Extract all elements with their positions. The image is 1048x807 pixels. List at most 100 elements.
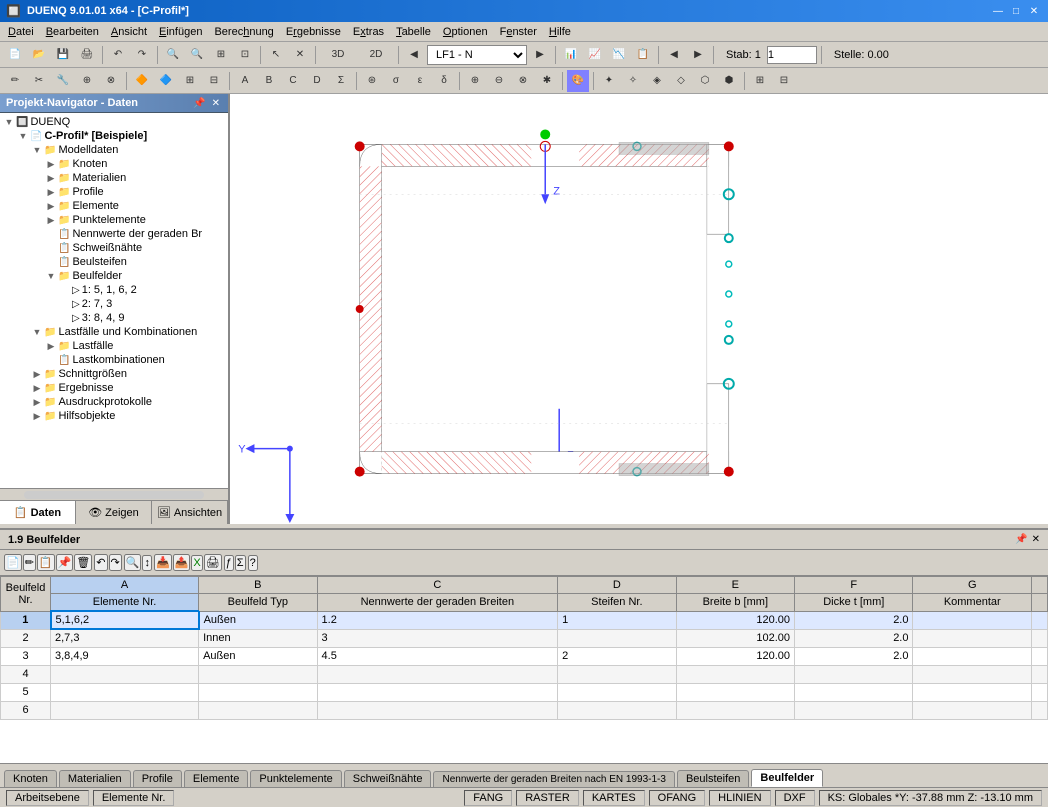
tb2-22[interactable]: ✱ <box>536 70 558 92</box>
tb2-29[interactable]: ⬢ <box>718 70 740 92</box>
bt-formula2[interactable]: Σ <box>235 555 246 571</box>
tb-print[interactable]: 🖨 <box>76 44 98 66</box>
cell-nennwerte[interactable]: 4.5 <box>317 647 558 665</box>
tree-item-modelldaten[interactable]: ▼ 📁 Modelldaten <box>0 143 228 157</box>
tb2-2[interactable]: ✂ <box>28 70 50 92</box>
table-row[interactable]: 1 5,1,6,2 Außen 1.2 1 120.00 2.0 <box>1 611 1048 629</box>
nav-tab-ansichten[interactable]: 🖼 Ansichten <box>152 501 228 524</box>
tb2-25[interactable]: ✧ <box>622 70 644 92</box>
panel-close-btn[interactable]: ✕ <box>1032 534 1040 545</box>
tree-item-lastfaelle-grp[interactable]: ▼ 📁 Lastfälle und Kombinationen <box>0 325 228 339</box>
tb2-30[interactable]: ⊞ <box>749 70 771 92</box>
tb-view-2d[interactable]: 2D <box>358 44 394 66</box>
cell-breite[interactable]: 120.00 <box>676 611 794 629</box>
tree-item-punktelemente[interactable]: ▶ 📁 Punktelemente <box>0 213 228 227</box>
tb2-9[interactable]: ⊟ <box>203 70 225 92</box>
cell-breite[interactable]: 102.00 <box>676 629 794 647</box>
table-row[interactable]: 2 2,7,3 Innen 3 102.00 2.0 <box>1 629 1048 647</box>
tree-item-nennwerte[interactable]: 📋 Nennwerte der geraden Br <box>0 227 228 241</box>
data-table-container[interactable]: BeulfeldNr. A B C D E F G Elemente Nr. B… <box>0 576 1048 763</box>
status-ofang[interactable]: OFANG <box>649 790 706 806</box>
tb2-27[interactable]: ◇ <box>670 70 692 92</box>
tab-materialien[interactable]: Materialien <box>59 770 131 787</box>
status-dxf[interactable]: DXF <box>775 790 815 806</box>
menu-fenster[interactable]: Fenster <box>494 24 543 40</box>
tb-next[interactable]: ▶ <box>529 44 551 66</box>
cell-elemente[interactable]: 3,8,4,9 <box>51 647 199 665</box>
lf-dropdown[interactable]: LF1 - N <box>427 45 527 65</box>
table-row[interactable]: 3 3,8,4,9 Außen 4.5 2 120.00 2.0 <box>1 647 1048 665</box>
cell-steifen[interactable]: 2 <box>558 647 676 665</box>
cell-dicke[interactable]: 2.0 <box>795 647 913 665</box>
cell-breite[interactable] <box>676 683 794 701</box>
tb-view-3d[interactable]: 3D <box>320 44 356 66</box>
cell-kommentar[interactable] <box>913 665 1032 683</box>
tb-deselect[interactable]: ✕ <box>289 44 311 66</box>
tab-nennwerte[interactable]: Nennwerte der geraden Breiten nach EN 19… <box>433 771 674 787</box>
close-button[interactable]: ✕ <box>1026 3 1042 19</box>
tb-zoom-fit[interactable]: ⊞ <box>210 44 232 66</box>
menu-einfuegen[interactable]: Einfügen <box>153 24 208 40</box>
cell-nr[interactable]: 5 <box>1 683 51 701</box>
tb2-28[interactable]: ⬡ <box>694 70 716 92</box>
cell-nennwerte[interactable] <box>317 701 558 719</box>
bt-paste[interactable]: 📌 <box>56 554 74 571</box>
tb2-21[interactable]: ⊗ <box>512 70 534 92</box>
panel-pin-btn[interactable]: 📌 <box>1015 534 1027 545</box>
tab-beulfelder[interactable]: Beulfelder <box>751 769 823 787</box>
tree-item-lastkombinationen[interactable]: 📋 Lastkombinationen <box>0 353 228 367</box>
bt-excel[interactable]: X <box>191 555 202 571</box>
tb2-17[interactable]: ε <box>409 70 431 92</box>
cell-steifen[interactable]: 1 <box>558 611 676 629</box>
tb-zoom-window[interactable]: ⊡ <box>234 44 256 66</box>
bt-redo[interactable]: ↷ <box>109 554 122 571</box>
cell-breite[interactable] <box>676 701 794 719</box>
cell-steifen[interactable] <box>558 701 676 719</box>
cell-nennwerte[interactable]: 3 <box>317 629 558 647</box>
cell-nr[interactable]: 1 <box>1 611 51 629</box>
tb-results3[interactable]: 📉 <box>608 44 630 66</box>
tb2-10[interactable]: A <box>234 70 256 92</box>
bt-delete[interactable]: 🗑 <box>74 554 92 571</box>
tab-profile[interactable]: Profile <box>133 770 182 787</box>
tree-item-ausdruckprotokolle[interactable]: ▶ 📁 Ausdruckprotokolle <box>0 395 228 409</box>
status-raster[interactable]: RASTER <box>516 790 579 806</box>
tb2-23[interactable]: 🎨 <box>567 70 589 92</box>
cell-nennwerte[interactable] <box>317 665 558 683</box>
table-row[interactable]: 6 <box>1 701 1048 719</box>
tb2-3[interactable]: 🔧 <box>52 70 74 92</box>
nav-tab-daten[interactable]: 📋 Daten <box>0 501 76 524</box>
bt-print2[interactable]: 🖨 <box>204 554 222 571</box>
cell-typ[interactable] <box>199 683 317 701</box>
cell-nennwerte[interactable] <box>317 683 558 701</box>
cell-nr[interactable]: 3 <box>1 647 51 665</box>
tb2-4[interactable]: ⊕ <box>76 70 98 92</box>
menu-datei[interactable]: Datei <box>2 24 40 40</box>
stab-input[interactable] <box>767 46 817 64</box>
tb-undo[interactable]: ↶ <box>107 44 129 66</box>
cell-typ[interactable] <box>199 665 317 683</box>
cell-dicke[interactable]: 2.0 <box>795 629 913 647</box>
menu-ansicht[interactable]: Ansicht <box>105 24 153 40</box>
tab-elemente[interactable]: Elemente <box>184 770 248 787</box>
tb2-6[interactable]: 🔶 <box>131 70 153 92</box>
cell-typ[interactable]: Außen <box>199 647 317 665</box>
cell-elemente[interactable]: 5,1,6,2 <box>51 611 199 629</box>
cell-kommentar[interactable] <box>913 629 1032 647</box>
tb2-11[interactable]: B <box>258 70 280 92</box>
cell-kommentar[interactable] <box>913 683 1032 701</box>
tb2-1[interactable]: ✏ <box>4 70 26 92</box>
tb2-20[interactable]: ⊖ <box>488 70 510 92</box>
cell-dicke[interactable]: 2.0 <box>795 611 913 629</box>
tb2-19[interactable]: ⊕ <box>464 70 486 92</box>
tree-item-beulsteifen[interactable]: 📋 Beulsteifen <box>0 255 228 269</box>
menu-optionen[interactable]: Optionen <box>437 24 494 40</box>
cell-nr[interactable]: 4 <box>1 665 51 683</box>
bt-sort[interactable]: ↕ <box>142 555 152 571</box>
tree-item-bf2[interactable]: ▷ 2: 7, 3 <box>0 297 228 311</box>
cell-kommentar[interactable] <box>913 611 1032 629</box>
tab-schweissnaehte[interactable]: Schweißnähte <box>344 770 432 787</box>
cell-steifen[interactable] <box>558 665 676 683</box>
tb-new[interactable]: 📄 <box>4 44 26 66</box>
canvas-area[interactable]: Y Z Z <box>230 94 1048 524</box>
